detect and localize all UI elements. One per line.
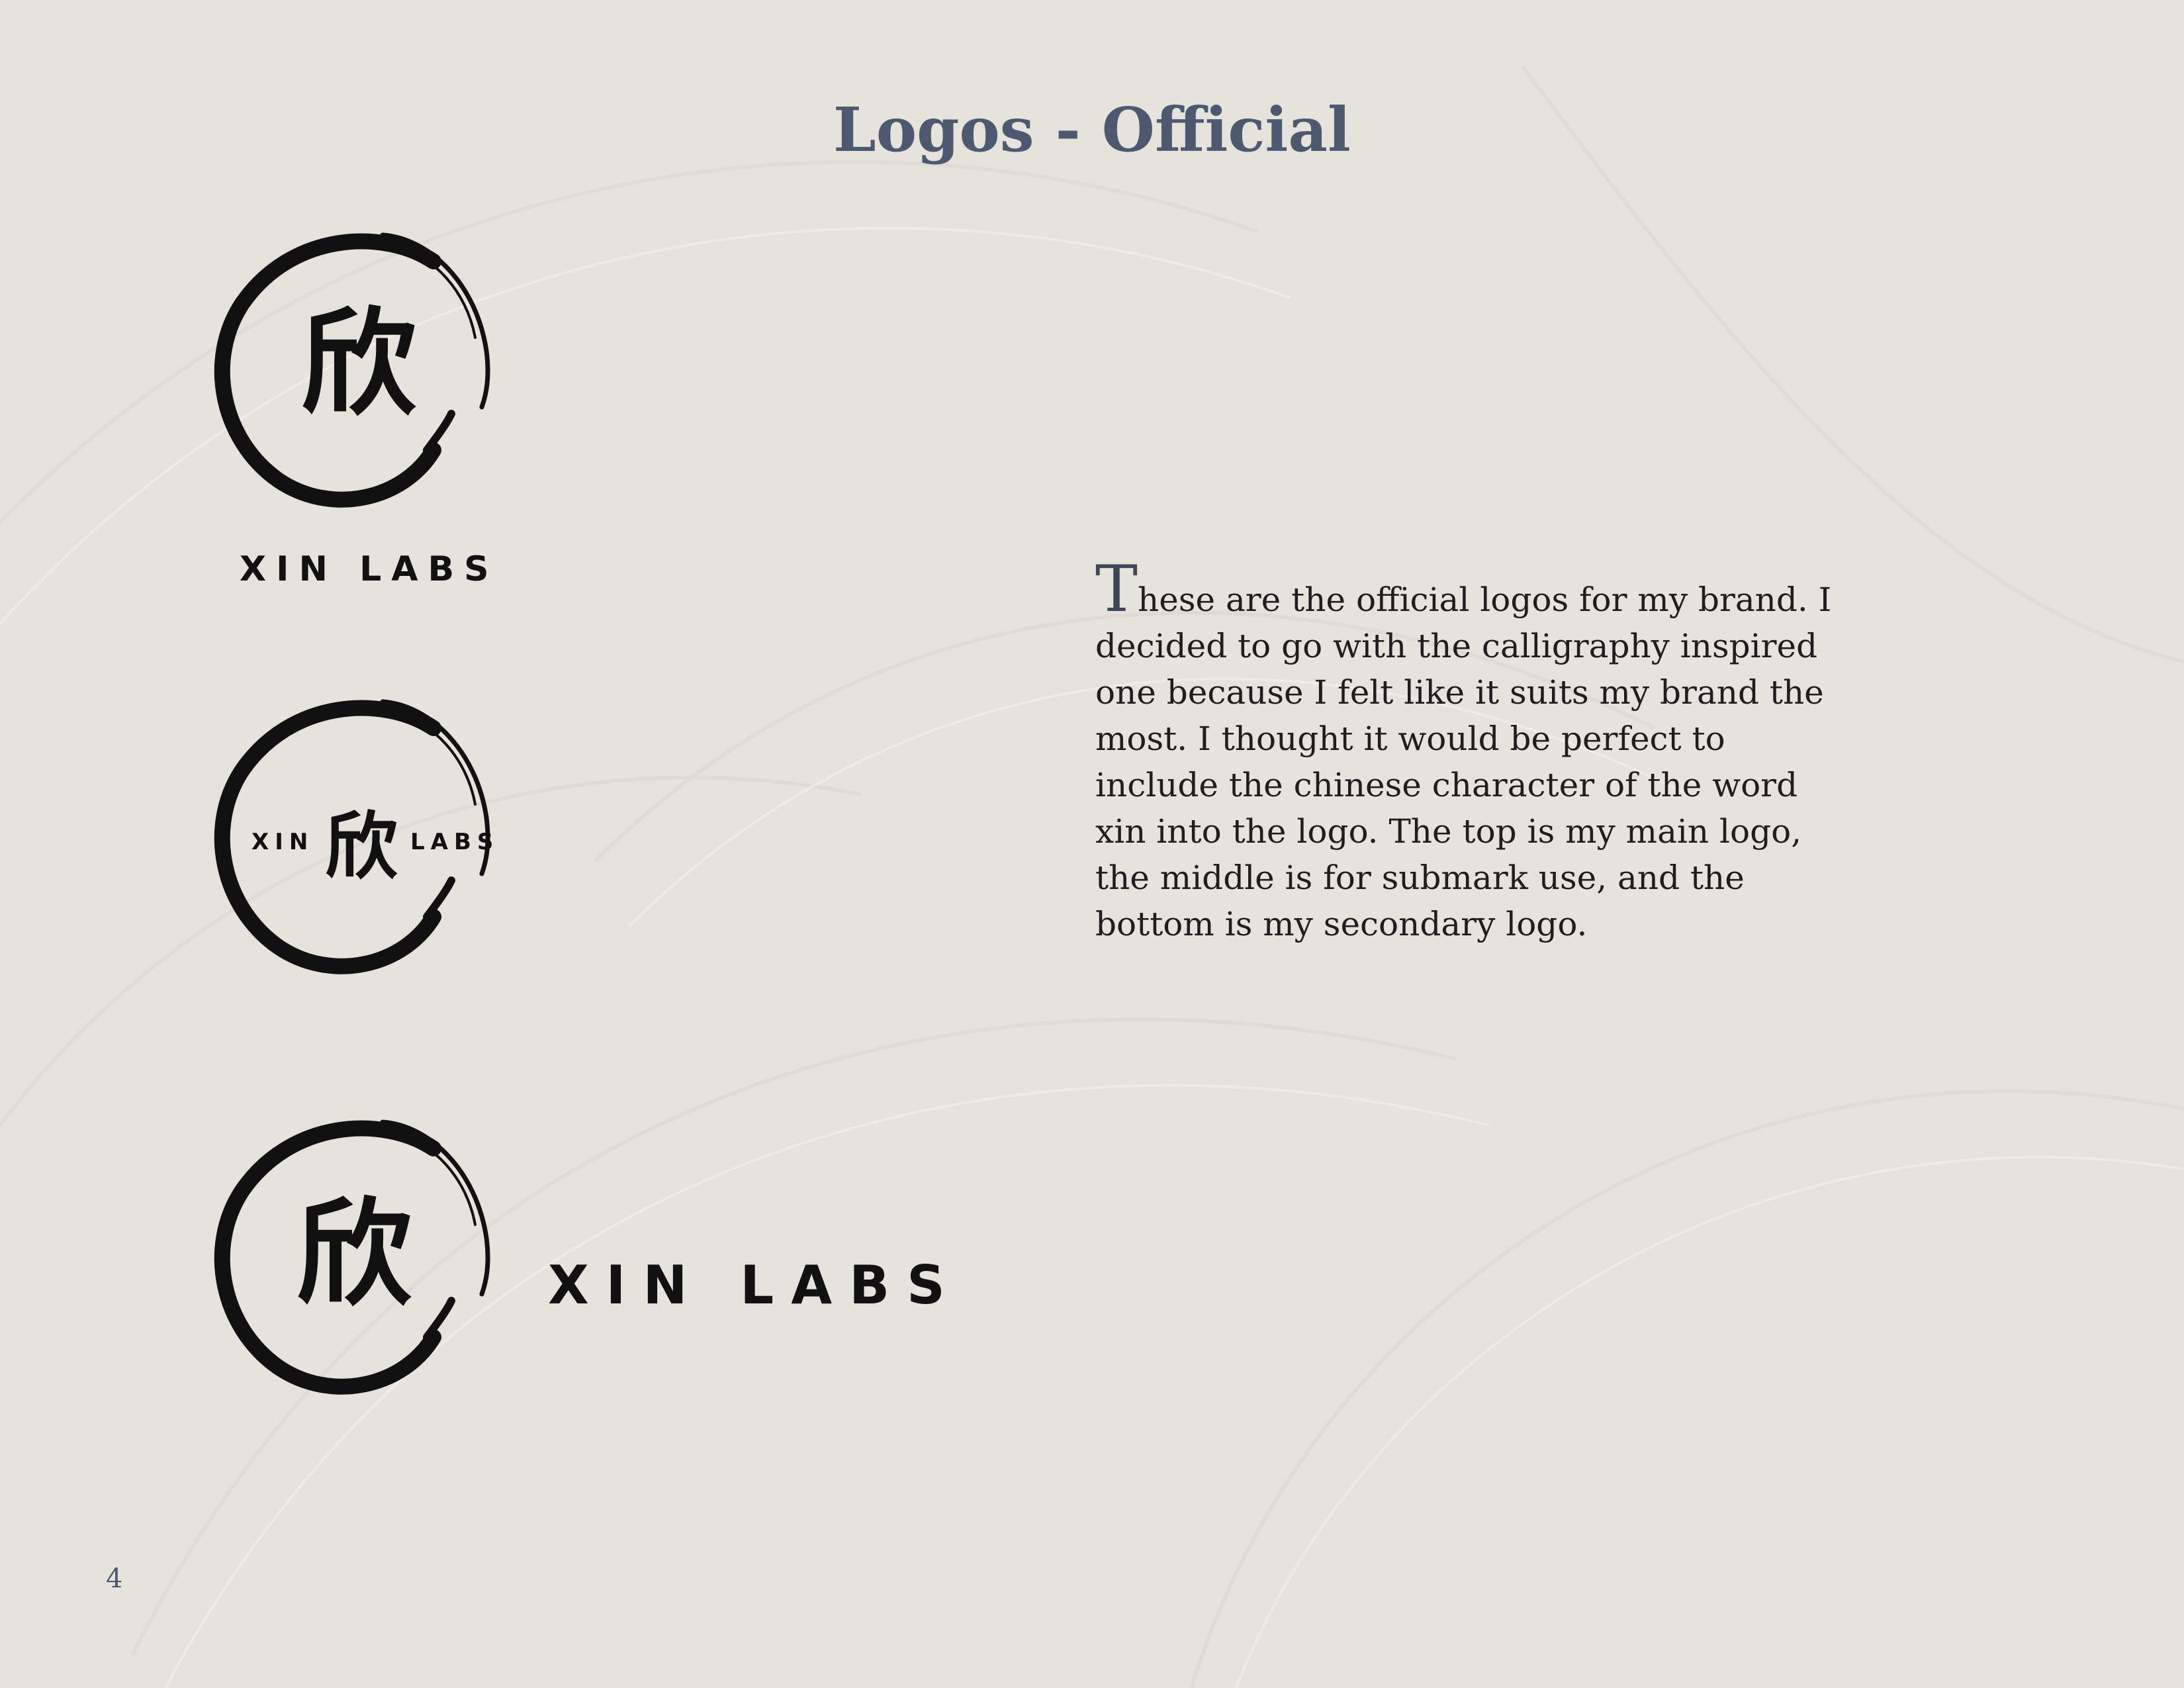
xin-character: 欣 [296,1188,412,1322]
description-text: hese are the official logos for my brand… [1095,581,1832,943]
page-number: 4 [106,1564,123,1594]
submark-wordmark-left: XIN [251,829,314,855]
main-logo-wordmark: XIN LABS [240,549,499,589]
xin-character: 欣 [325,804,398,889]
secondary-logo-wordmark: XIN LABS [548,1254,962,1316]
enso-brush-circle-icon: 欣 [214,232,490,508]
description-paragraph: These are the official logos for my bran… [1095,557,1850,947]
submark-logo: 欣 XIN LABS [205,698,516,990]
main-logo: 欣 XIN LABS [205,225,516,602]
enso-brush-circle-icon: 欣 [214,1119,490,1395]
page-title: Logos - Official [833,94,1351,165]
secondary-logo: 欣 XIN LABS [205,1119,945,1413]
xin-character: 欣 [301,297,417,432]
submark-wordmark-right: LABS [410,829,500,855]
drop-cap: T [1095,552,1138,626]
